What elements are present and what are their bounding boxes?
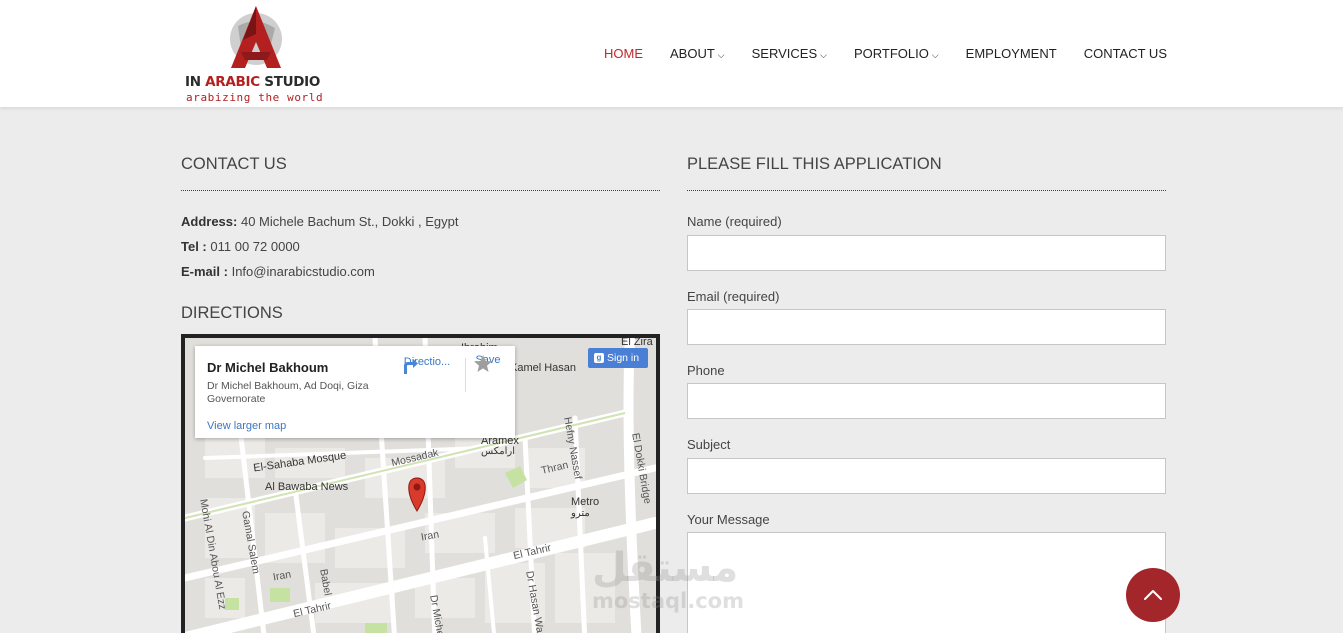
nav-portfolio[interactable]: PORTFOLIO ⌵ xyxy=(854,46,939,61)
logo-tagline: arabizing the world xyxy=(186,91,324,104)
address-label: Address: xyxy=(181,214,238,229)
watermark-latin: mostaql.com xyxy=(592,589,744,613)
google-map[interactable]: Kamel Hasan Ibrahim El Zira Aramex ارامك… xyxy=(181,334,660,633)
google-icon: g xyxy=(594,353,604,364)
chevron-down-icon: ⌵ xyxy=(931,50,939,60)
address-value: 40 Michele Bachum St., Dokki , Egypt xyxy=(240,214,459,229)
logo-wordmark: IN ARABIC STUDIO xyxy=(185,74,321,90)
star-icon xyxy=(474,355,492,372)
map-label-kamel: Kamel Hasan xyxy=(510,362,577,374)
subject-field[interactable] xyxy=(687,458,1166,494)
main-nav: HOME ABOUT ⌵ SERVICES ⌵ PORTFOLIO ⌵ EMPLOYM… xyxy=(577,46,1167,61)
contact-divider xyxy=(181,190,660,191)
directions-title: DIRECTIONS xyxy=(181,304,283,322)
site-logo[interactable]: IN ARABIC STUDIO arabizing the world xyxy=(183,6,333,104)
nav-home[interactable]: HOME xyxy=(604,46,643,61)
directions-button[interactable]: Directio... xyxy=(400,356,454,374)
application-divider xyxy=(687,190,1166,191)
map-label-metro-ar: مترو xyxy=(571,508,590,519)
email-field[interactable] xyxy=(687,309,1166,345)
tel-line: Tel : 011 00 72 0000 xyxy=(181,239,300,254)
map-info-card: Dr Michel Bakhoum Dr Michel Bakhoum, Ad … xyxy=(195,346,515,438)
phone-field[interactable] xyxy=(687,383,1166,419)
map-label-aramex-ar: ارامكس xyxy=(481,446,516,457)
email-line: E-mail : Info@inarabicstudio.com xyxy=(181,264,375,279)
logo-emblem-icon xyxy=(230,6,282,68)
map-label-ziraa: El Zira xyxy=(621,336,653,348)
email-value[interactable]: Info@inarabicstudio.com xyxy=(232,264,375,279)
nav-employment[interactable]: EMPLOYMENT xyxy=(966,46,1057,61)
subject-label: Subject xyxy=(687,437,731,452)
map-label-metro: Metro xyxy=(571,496,600,508)
directions-icon xyxy=(404,359,418,374)
address-line: Address: 40 Michele Bachum St., Dokki , … xyxy=(181,214,458,229)
view-larger-map-link[interactable]: View larger map xyxy=(207,420,286,432)
email-label-form: Email (required) xyxy=(687,289,780,304)
save-button[interactable]: Save xyxy=(473,354,503,372)
name-field[interactable] xyxy=(687,235,1166,271)
map-label-bawaba: Al Bawaba News xyxy=(265,481,349,493)
application-title: PLEASE FILL THIS APPLICATION xyxy=(687,155,942,173)
name-label: Name (required) xyxy=(687,214,782,229)
nav-services[interactable]: SERVICES ⌵ xyxy=(752,46,827,61)
message-label: Your Message xyxy=(687,512,770,527)
map-place-title: Dr Michel Bakhoum xyxy=(207,360,329,375)
nav-contact[interactable]: CONTACT US xyxy=(1084,46,1167,61)
contact-title: CONTACT US xyxy=(181,155,287,173)
email-label: E-mail : xyxy=(181,264,228,279)
tel-value: 011 00 72 0000 xyxy=(210,239,300,254)
chevron-up-icon xyxy=(1144,590,1162,600)
scroll-to-top-button[interactable] xyxy=(1126,568,1180,622)
phone-label: Phone xyxy=(687,363,725,378)
map-place-address: Dr Michel Bakhoum, Ad Doqi, Giza Governo… xyxy=(207,380,369,405)
message-field[interactable] xyxy=(687,532,1166,633)
tel-label: Tel : xyxy=(181,239,207,254)
chevron-down-icon: ⌵ xyxy=(820,50,827,60)
card-separator xyxy=(465,358,466,392)
site-header: IN ARABIC STUDIO arabizing the world HOM… xyxy=(0,0,1343,107)
watermark-arabic: مستقل xyxy=(592,545,739,591)
nav-about[interactable]: ABOUT ⌵ xyxy=(670,46,725,61)
chevron-down-icon: ⌵ xyxy=(717,50,725,60)
watermark: مستقل mostaql.com xyxy=(592,548,744,612)
map-signin-button[interactable]: g Sign in xyxy=(588,348,648,368)
